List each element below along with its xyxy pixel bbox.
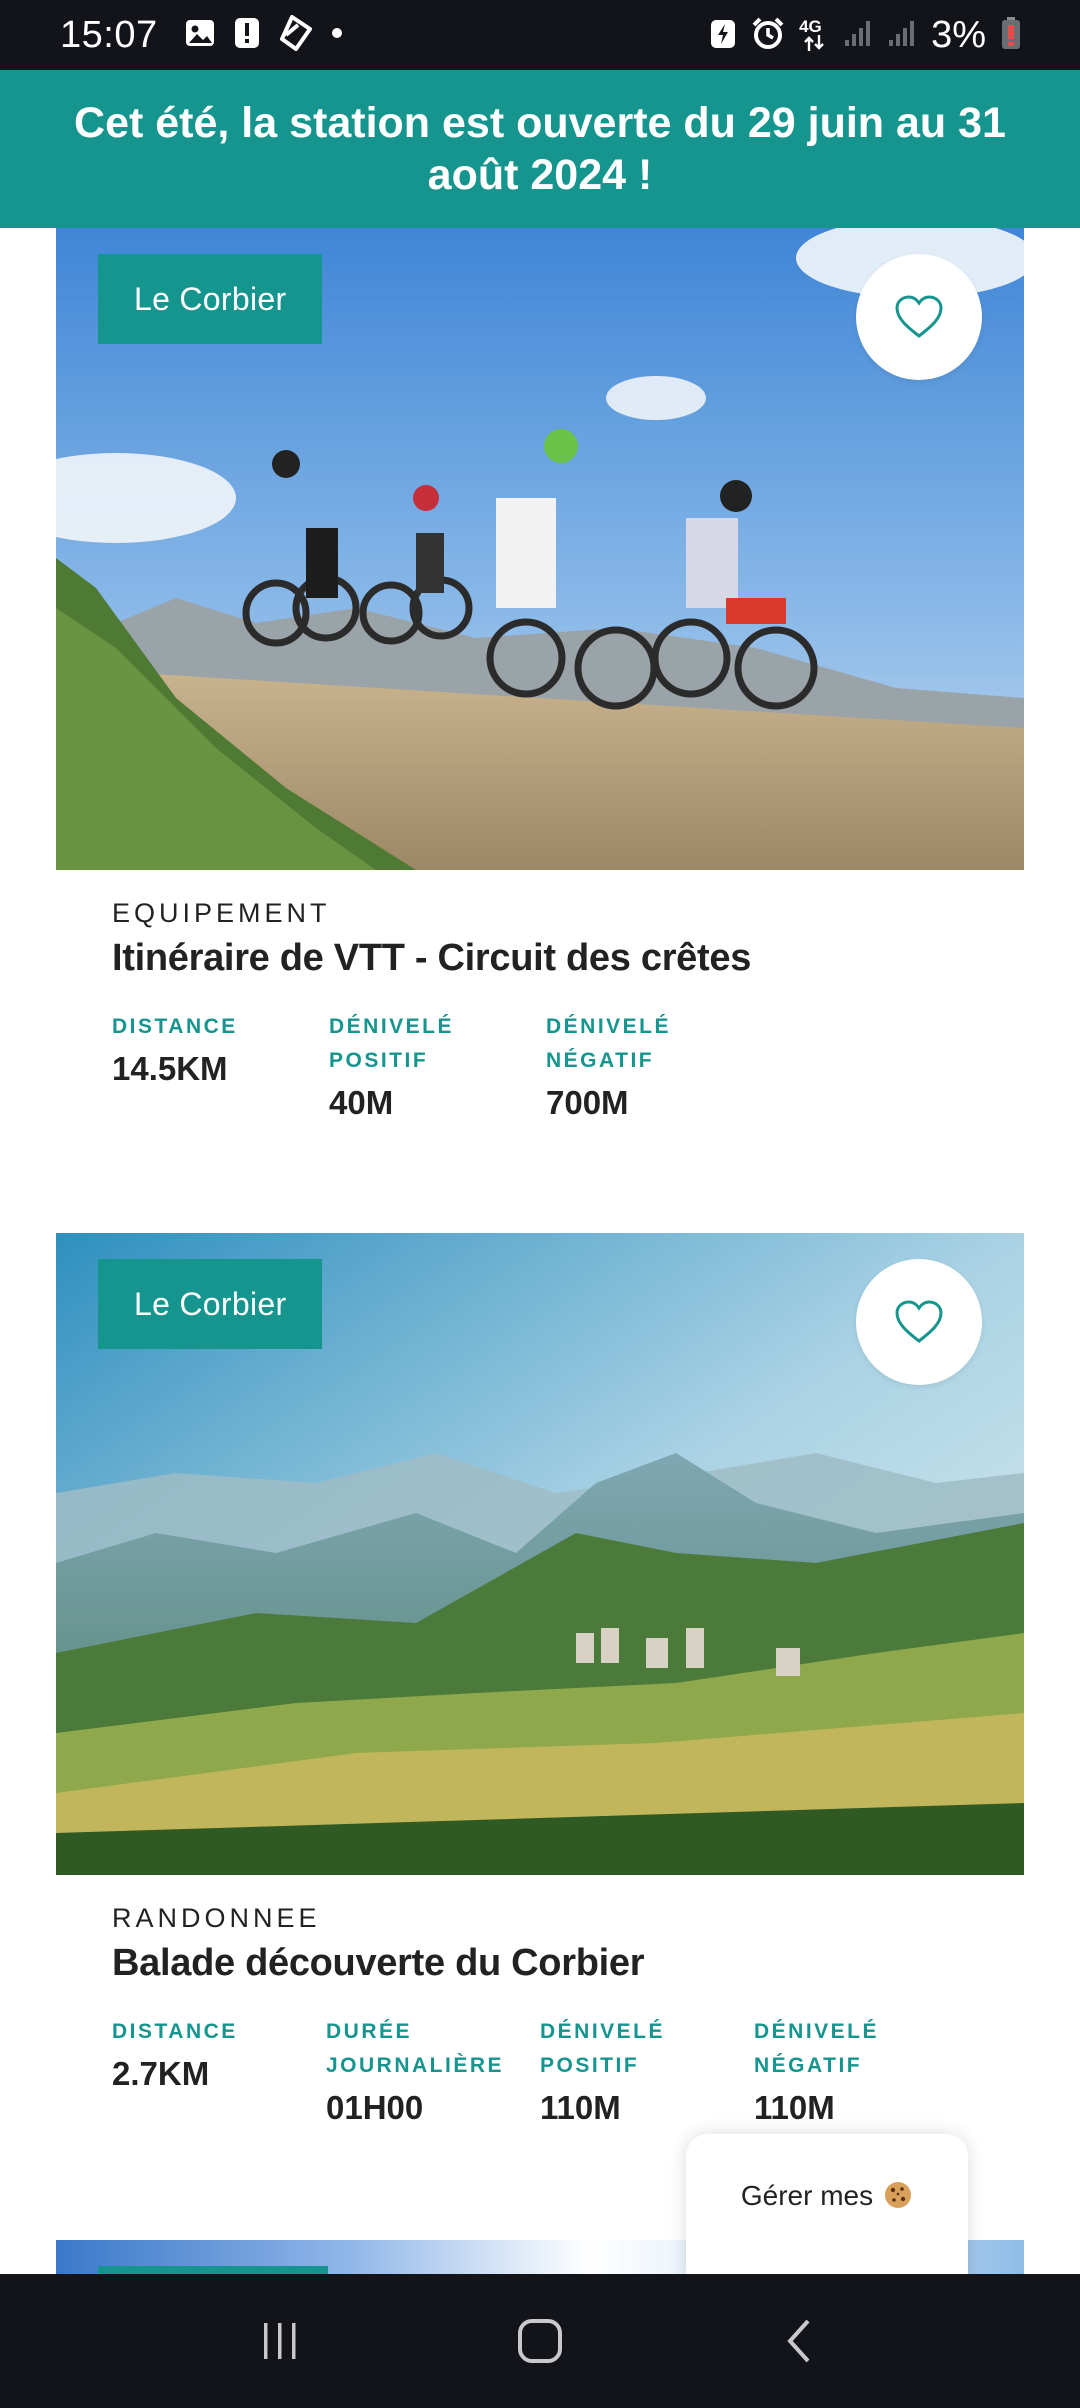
location-badge: Le Corbier (98, 1259, 323, 1349)
signal-icon (843, 18, 873, 53)
image-icon (184, 17, 216, 54)
heart-icon (895, 295, 943, 338)
stat-value: 14.5KM (112, 1050, 228, 1087)
favorite-button[interactable] (856, 1259, 982, 1385)
back-button[interactable] (740, 2301, 860, 2381)
battery-percent: 3% (931, 13, 986, 56)
recent-apps-icon (264, 2323, 296, 2359)
home-icon (518, 2319, 562, 2363)
status-bar: 15:07 4G 3% (0, 0, 1080, 70)
network-type: 4G (799, 17, 829, 53)
card-stats: DISTANCE 2.7KM DURÉE JOURNALIÈRE 01H00 D… (112, 2015, 968, 2127)
activity-card[interactable]: Le Corbier EQUIPEMENT Itinéraire de VTT … (56, 228, 1024, 1122)
battery-saver-icon (709, 16, 737, 55)
alarm-icon (751, 16, 785, 55)
stat-distance: DISTANCE 14.5KM (112, 1010, 329, 1122)
activity-card[interactable]: Le Corbier RANDONNEE Balade découverte d… (56, 1233, 1024, 2127)
network-label: 4G (799, 17, 822, 36)
stat-value: 110M (540, 2089, 621, 2126)
stat-value: 700M (546, 1084, 629, 1121)
card-stats: DISTANCE 14.5KM DÉNIVELÉ POSITIF 40M DÉN… (112, 1010, 968, 1122)
location-badge (98, 2266, 328, 2274)
status-time: 15:07 (60, 13, 158, 56)
stat-value: 110M (754, 2089, 835, 2126)
stat-label: DISTANCE (112, 1015, 238, 1038)
stat-distance: DISTANCE 2.7KM (112, 2015, 326, 2127)
card-image[interactable]: Le Corbier (56, 1233, 1024, 1875)
card-body: EQUIPEMENT Itinéraire de VTT - Circuit d… (56, 870, 1024, 1122)
stat-label: DÉNIVELÉ POSITIF (329, 1015, 455, 1072)
stat-value: 01H00 (326, 2089, 424, 2126)
opening-banner: Cet été, la station est ouverte du 29 ju… (0, 70, 1080, 228)
location-badge: Le Corbier (98, 254, 323, 344)
manage-cookies-button[interactable]: Gérer mes (686, 2134, 968, 2284)
stat-duration: DURÉE JOURNALIÈRE 01H00 (326, 2015, 540, 2127)
stat-elevation-gain: DÉNIVELÉ POSITIF 110M (540, 2015, 754, 2127)
status-left-icons (184, 14, 344, 56)
card-image[interactable]: Le Corbier (56, 228, 1024, 870)
heart-icon (895, 1300, 943, 1343)
battery-icon (1000, 16, 1022, 55)
cookie-icon (885, 2182, 912, 2208)
back-icon (787, 2319, 810, 2363)
recent-apps-button[interactable] (220, 2301, 340, 2381)
stat-label: DÉNIVELÉ NÉGATIF (754, 2020, 880, 2077)
card-category: RANDONNEE (112, 1903, 321, 1933)
system-nav-bar (0, 2274, 1080, 2408)
favorite-button[interactable] (856, 254, 982, 380)
stat-label: DÉNIVELÉ NÉGATIF (546, 1015, 672, 1072)
card-title[interactable]: Itinéraire de VTT - Circuit des crêtes (112, 937, 968, 980)
signal-icon (887, 18, 917, 53)
stat-value: 40M (329, 1084, 394, 1121)
banner-text: Cet été, la station est ouverte du 29 ju… (74, 99, 1006, 199)
card-body: RANDONNEE Balade découverte du Corbier D… (56, 1875, 1024, 2127)
stat-label: DISTANCE (112, 2020, 238, 2043)
card-category: EQUIPEMENT (112, 898, 331, 928)
tag-icon (278, 14, 312, 56)
stat-label: DURÉE JOURNALIÈRE (326, 2020, 505, 2077)
status-right-icons: 4G 3% (709, 14, 1022, 57)
dot-icon (330, 26, 344, 45)
stat-elevation-loss: DÉNIVELÉ NÉGATIF 700M (546, 1010, 763, 1122)
stat-elevation-loss: DÉNIVELÉ NÉGATIF 110M (754, 2015, 968, 2127)
stat-value: 2.7KM (112, 2055, 210, 2092)
home-button[interactable] (480, 2301, 600, 2381)
card-title[interactable]: Balade découverte du Corbier (112, 1942, 968, 1985)
alert-icon (234, 17, 260, 54)
stat-elevation-gain: DÉNIVELÉ POSITIF 40M (329, 1010, 546, 1122)
cookie-label: Gérer mes (740, 2180, 874, 2211)
stat-label: DÉNIVELÉ POSITIF (540, 2020, 666, 2077)
